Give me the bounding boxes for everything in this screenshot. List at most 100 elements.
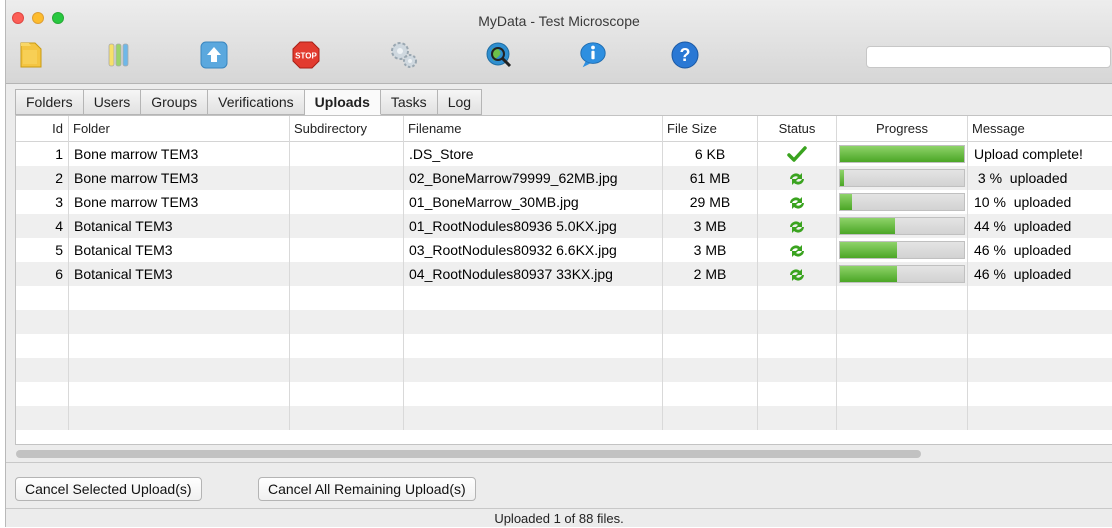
message-cell — [968, 382, 1112, 406]
progress-cell — [837, 310, 968, 334]
file-size-cell — [663, 406, 758, 430]
subdirectory-cell — [290, 238, 404, 262]
tab-tasks[interactable]: Tasks — [380, 89, 438, 115]
search-input[interactable] — [866, 46, 1111, 68]
column-header-filename[interactable]: Filename — [404, 116, 663, 142]
file-size-cell: 29 MB — [663, 190, 758, 214]
upload-icon[interactable] — [199, 40, 229, 70]
column-header-progress[interactable]: Progress — [837, 116, 968, 142]
horizontal-scrollbar[interactable] — [16, 450, 921, 458]
id-cell: 6 — [16, 262, 69, 286]
filename-cell: 04_RootNodules80937 33KX.jpg — [404, 262, 663, 286]
table-row[interactable] — [16, 334, 1112, 358]
status-cell — [758, 142, 837, 166]
table-row[interactable] — [16, 358, 1112, 382]
table-row[interactable] — [16, 286, 1112, 310]
progress-bar-fill — [840, 146, 964, 162]
table-row[interactable]: 1 Bone marrow TEM3 .DS_Store 6 KB Upload com… — [16, 142, 1112, 166]
title-bar: MyData - Test Microscope STOP ? — [6, 0, 1112, 84]
column-header-message[interactable]: Message — [968, 116, 1112, 142]
folder-cell: Botanical TEM3 — [69, 214, 290, 238]
progress-bar — [839, 217, 965, 235]
folder-cell — [69, 382, 290, 406]
id-cell: 3 — [16, 190, 69, 214]
tab-users[interactable]: Users — [83, 89, 142, 115]
subdirectory-cell — [290, 286, 404, 310]
file-size-cell — [663, 334, 758, 358]
progress-bar — [839, 169, 965, 187]
tab-uploads[interactable]: Uploads — [304, 89, 381, 115]
uploading-sync-icon — [790, 245, 804, 258]
folder-cell: Bone marrow TEM3 — [69, 142, 290, 166]
folder-icon[interactable] — [16, 40, 46, 70]
tab-groups[interactable]: Groups — [141, 89, 209, 115]
message-cell: 46 % uploaded — [974, 242, 1072, 258]
column-header-subdirectory[interactable]: Subdirectory — [290, 116, 404, 142]
progress-bar — [839, 241, 965, 259]
folder-cell: Botanical TEM3 — [69, 238, 290, 262]
file-size-cell: 2 MB — [663, 262, 758, 286]
message-cell: 3 % uploaded — [974, 170, 1068, 186]
help-icon[interactable]: ? — [670, 40, 700, 70]
table-row[interactable] — [16, 382, 1112, 406]
column-header-status[interactable]: Status — [758, 116, 837, 142]
progress-bar — [839, 265, 965, 283]
progress-cell — [837, 238, 968, 262]
filename-cell: 03_RootNodules80932 6.6KX.jpg — [404, 238, 663, 262]
subdirectory-cell — [290, 406, 404, 430]
folder-cell: Bone marrow TEM3 — [69, 190, 290, 214]
filename-cell — [404, 358, 663, 382]
message-cell: Upload complete! — [974, 146, 1083, 162]
progress-cell — [837, 142, 968, 166]
subdirectory-cell — [290, 214, 404, 238]
progress-cell — [837, 382, 968, 406]
subdirectory-cell — [290, 334, 404, 358]
message-cell: 10 % uploaded — [974, 194, 1072, 210]
table-row[interactable]: 5 Botanical TEM3 03_RootNodules80932 6.6KX… — [16, 238, 1112, 262]
id-cell — [16, 286, 69, 310]
complete-check-icon — [787, 146, 807, 163]
tab-folders[interactable]: Folders — [15, 89, 84, 115]
table-header: Id Folder Subdirectory Filename File Siz… — [16, 116, 1112, 142]
info-icon[interactable] — [578, 40, 608, 70]
column-header-id[interactable]: Id — [16, 116, 69, 142]
table-row[interactable] — [16, 310, 1112, 334]
column-header-file-size[interactable]: File Size — [663, 116, 758, 142]
table-body: 1 Bone marrow TEM3 .DS_Store 6 KB Upload com… — [16, 142, 1112, 430]
test-tubes-icon[interactable] — [104, 40, 134, 70]
tab-verifications[interactable]: Verifications — [208, 89, 305, 115]
progress-cell — [837, 166, 968, 190]
column-header-folder[interactable]: Folder — [69, 116, 290, 142]
cancel-selected-uploads-button[interactable]: Cancel Selected Upload(s) — [15, 477, 202, 501]
table-row[interactable] — [16, 406, 1112, 430]
id-cell — [16, 358, 69, 382]
table-row[interactable]: 4 Botanical TEM3 01_RootNodules80936 5.0KX… — [16, 214, 1112, 238]
filename-cell — [404, 286, 663, 310]
filename-cell: 01_RootNodules80936 5.0KX.jpg — [404, 214, 663, 238]
subdirectory-cell — [290, 382, 404, 406]
file-size-cell — [663, 286, 758, 310]
progress-bar-fill — [840, 266, 898, 282]
filename-cell: .DS_Store — [404, 142, 663, 166]
globe-search-icon[interactable] — [484, 40, 514, 70]
file-size-cell — [663, 358, 758, 382]
folder-cell: Botanical TEM3 — [69, 262, 290, 286]
settings-icon[interactable] — [389, 40, 419, 70]
cancel-all-remaining-uploads-button[interactable]: Cancel All Remaining Upload(s) — [258, 477, 476, 501]
message-cell — [968, 310, 1112, 334]
status-cell — [758, 262, 837, 286]
status-cell — [758, 286, 837, 310]
tab-log[interactable]: Log — [437, 89, 483, 115]
table-row[interactable]: 6 Botanical TEM3 04_RootNodules80937 33KX.… — [16, 262, 1112, 286]
progress-cell — [837, 286, 968, 310]
stop-icon[interactable]: STOP — [291, 40, 321, 70]
progress-bar — [839, 145, 965, 163]
table-row[interactable]: 3 Bone marrow TEM3 01_BoneMarrow_30MB.jpg 2… — [16, 190, 1112, 214]
file-size-cell: 3 MB — [663, 214, 758, 238]
uploading-sync-icon — [790, 221, 804, 234]
file-size-cell: 3 MB — [663, 238, 758, 262]
button-bar: Cancel Selected Upload(s) Cancel All Rem… — [6, 462, 1112, 508]
table-row[interactable]: 2 Bone marrow TEM3 02_BoneMarrow79999_62MB… — [16, 166, 1112, 190]
subdirectory-cell — [290, 142, 404, 166]
progress-cell — [837, 406, 968, 430]
